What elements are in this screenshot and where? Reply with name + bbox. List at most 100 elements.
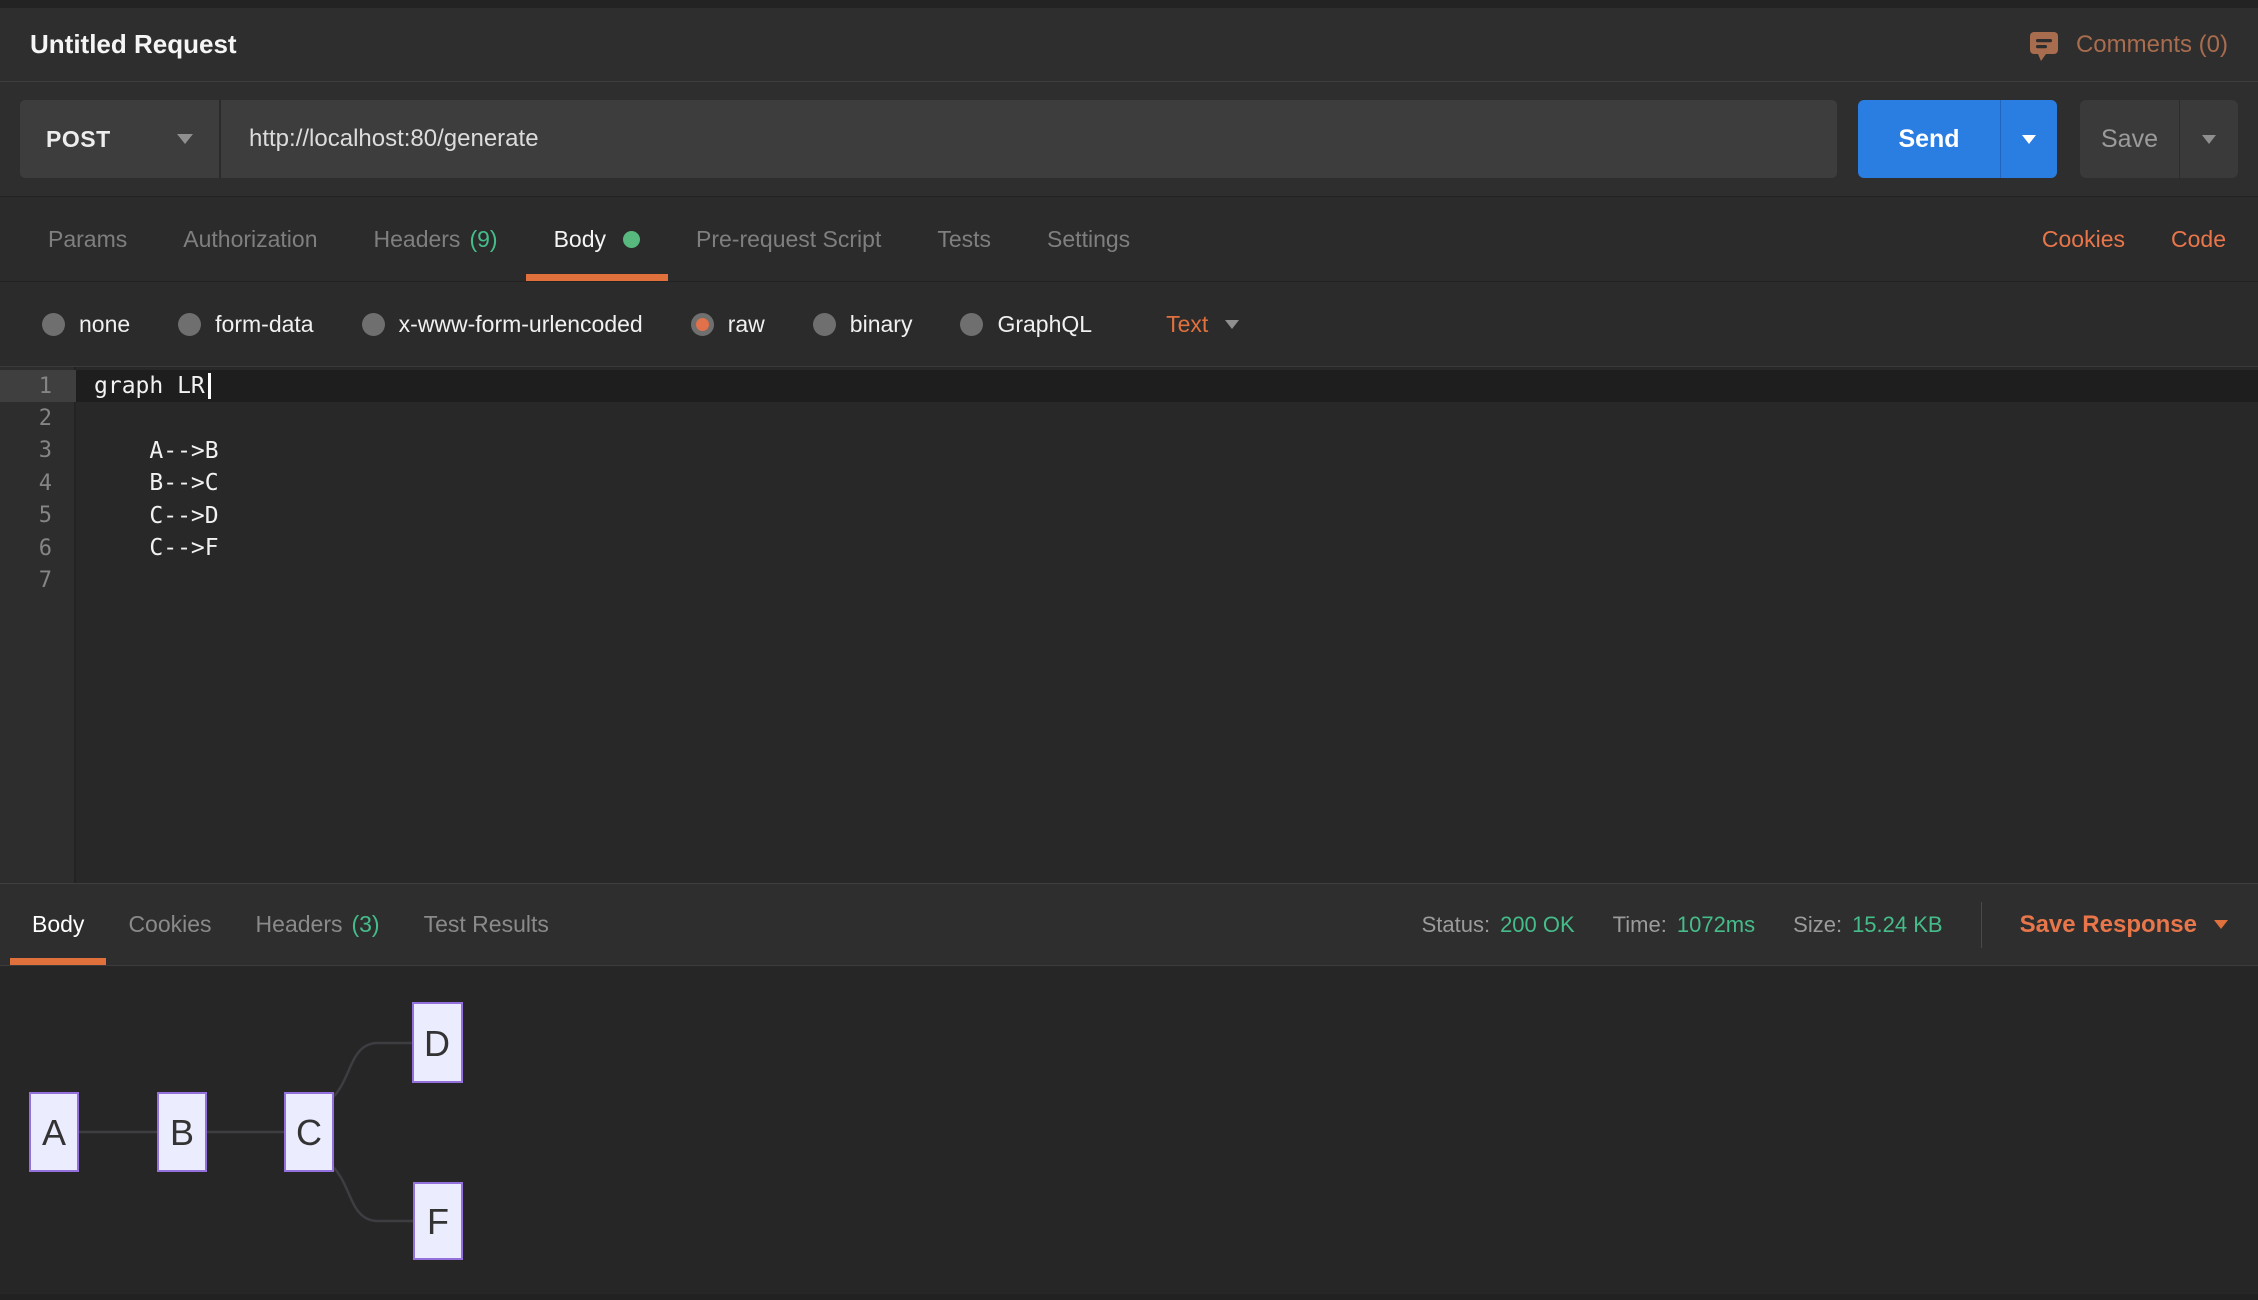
comments-button[interactable]: Comments (0) xyxy=(2027,8,2228,81)
comment-bubble-icon xyxy=(2027,28,2061,62)
tab-pre-request-script[interactable]: Pre-request Script xyxy=(668,197,909,281)
send-options-button[interactable] xyxy=(2000,100,2057,178)
radio-form-data[interactable]: form-data xyxy=(178,311,313,338)
radio-form-data-label: form-data xyxy=(215,311,313,338)
response-status: Status: 200 OK xyxy=(1422,912,1575,938)
line-number: 3 xyxy=(0,435,76,467)
radio-circle-icon xyxy=(813,313,836,336)
response-meta: Status: 200 OK Time: 1072ms Size: 15.24 … xyxy=(1422,884,2258,965)
radio-x-www-form-urlencoded-label: x-www-form-urlencoded xyxy=(399,311,643,338)
request-tab-bar: Params Authorization Headers (9) Body Pr… xyxy=(0,196,2258,282)
response-tab-test-results-label: Test Results xyxy=(424,911,549,938)
raw-format-value: Text xyxy=(1166,311,1208,338)
code-text: A-->B xyxy=(78,438,219,464)
radio-x-www-form-urlencoded[interactable]: x-www-form-urlencoded xyxy=(362,311,643,338)
vertical-divider xyxy=(1981,902,1982,948)
graph-node-d: D xyxy=(413,1003,462,1082)
mermaid-graph: A B C D F xyxy=(0,966,520,1294)
code-text: graph LR xyxy=(78,373,205,399)
window-top-strip xyxy=(0,0,2258,8)
method-value: POST xyxy=(46,126,111,153)
radio-binary[interactable]: binary xyxy=(813,311,913,338)
tab-params-label: Params xyxy=(48,226,127,253)
text-cursor xyxy=(208,373,211,399)
graph-node-f: F xyxy=(414,1183,462,1259)
radio-graphql[interactable]: GraphQL xyxy=(960,311,1092,338)
response-tab-body[interactable]: Body xyxy=(10,884,106,965)
radio-binary-label: binary xyxy=(850,311,913,338)
tab-tests[interactable]: Tests xyxy=(909,197,1019,281)
comments-label: Comments (0) xyxy=(2076,31,2228,59)
radio-circle-icon xyxy=(42,313,65,336)
send-button[interactable]: Send xyxy=(1858,100,2000,178)
save-response-label: Save Response xyxy=(2020,911,2197,939)
editor-line[interactable]: 6 C-->F xyxy=(0,532,2258,564)
url-bar: POST http://localhost:80/generate xyxy=(20,100,1837,178)
time-value: 1072ms xyxy=(1677,912,1755,938)
tab-pre-request-script-label: Pre-request Script xyxy=(696,226,881,253)
graph-node-a: A xyxy=(30,1093,78,1171)
editor-line[interactable]: 1 graph LR xyxy=(0,370,2258,402)
tab-authorization-label: Authorization xyxy=(183,226,317,253)
chevron-down-icon xyxy=(1225,320,1239,329)
radio-none-label: none xyxy=(79,311,130,338)
edge-c-d xyxy=(333,1043,413,1097)
url-row: POST http://localhost:80/generate Send S… xyxy=(0,82,2258,196)
status-label: Status: xyxy=(1422,912,1490,938)
response-tab-bar: Body Cookies Headers (3) Test Results St… xyxy=(0,883,2258,966)
save-button[interactable]: Save xyxy=(2080,100,2179,178)
response-tab-cookies[interactable]: Cookies xyxy=(106,884,233,965)
line-number: 7 xyxy=(0,564,76,596)
chevron-down-icon xyxy=(2022,135,2036,144)
node-label: C xyxy=(296,1112,322,1153)
response-tab-test-results[interactable]: Test Results xyxy=(402,884,571,965)
editor-line[interactable]: 3 A-->B xyxy=(0,435,2258,467)
response-size: Size: 15.24 KB xyxy=(1793,912,1942,938)
response-headers-count-badge: (3) xyxy=(351,911,379,938)
editor-line[interactable]: 7 xyxy=(0,564,2258,596)
send-button-group: Send xyxy=(1858,100,2057,178)
radio-none[interactable]: none xyxy=(42,311,130,338)
chevron-down-icon xyxy=(2214,920,2228,929)
editor-line[interactable]: 2 xyxy=(0,402,2258,434)
save-button-group: Save xyxy=(2080,100,2238,178)
body-code-editor[interactable]: 1 graph LR 2 3 A-->B 4 B-->C 5 C-->D xyxy=(0,366,2258,883)
tab-body[interactable]: Body xyxy=(526,197,668,281)
tab-tests-label: Tests xyxy=(937,226,991,253)
graph-node-b: B xyxy=(158,1093,206,1171)
radio-selected-icon xyxy=(691,313,714,336)
line-number: 6 xyxy=(0,532,76,564)
line-number: 5 xyxy=(0,500,76,532)
raw-format-dropdown[interactable]: Text xyxy=(1166,311,1239,338)
radio-raw-label: raw xyxy=(728,311,765,338)
code-text: C-->F xyxy=(78,535,219,561)
radio-circle-icon xyxy=(362,313,385,336)
radio-raw[interactable]: raw xyxy=(691,311,765,338)
edge-c-f xyxy=(333,1167,414,1221)
body-modified-dot xyxy=(623,231,640,248)
save-options-button[interactable] xyxy=(2179,100,2238,178)
code-link[interactable]: Code xyxy=(2171,226,2226,253)
node-label: D xyxy=(424,1023,450,1064)
method-select[interactable]: POST xyxy=(20,100,221,178)
line-number: 2 xyxy=(0,402,76,434)
tab-headers[interactable]: Headers (9) xyxy=(346,197,526,281)
chevron-down-icon xyxy=(177,134,193,144)
graph-node-c: C xyxy=(285,1093,333,1171)
tab-body-label: Body xyxy=(554,226,606,253)
code-text: B-->C xyxy=(78,470,219,496)
size-value: 15.24 KB xyxy=(1852,912,1943,938)
radio-circle-icon xyxy=(178,313,201,336)
url-input[interactable]: http://localhost:80/generate xyxy=(221,100,1837,178)
response-tab-body-label: Body xyxy=(32,911,84,938)
editor-line[interactable]: 5 C-->D xyxy=(0,500,2258,532)
tab-settings[interactable]: Settings xyxy=(1019,197,1158,281)
tab-params[interactable]: Params xyxy=(20,197,155,281)
response-tab-headers[interactable]: Headers (3) xyxy=(234,884,402,965)
save-response-button[interactable]: Save Response xyxy=(2020,911,2228,939)
editor-lines: 1 graph LR 2 3 A-->B 4 B-->C 5 C-->D xyxy=(0,367,2258,597)
editor-line[interactable]: 4 B-->C xyxy=(0,467,2258,499)
cookies-link[interactable]: Cookies xyxy=(2042,226,2125,253)
tab-authorization[interactable]: Authorization xyxy=(155,197,345,281)
line-number: 1 xyxy=(0,370,76,402)
